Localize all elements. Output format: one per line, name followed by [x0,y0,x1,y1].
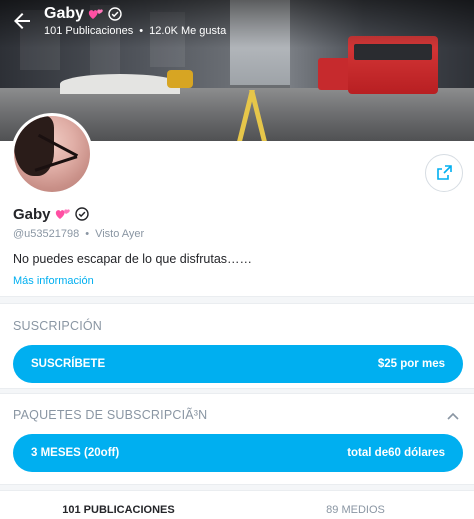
two-hearts-icon [55,209,70,219]
stats-separator: • [139,25,144,37]
bio-text: No puedes escapar de lo que disfrutas…… [13,252,253,266]
last-seen: Visto Ayer [95,228,145,240]
section-divider [0,484,474,491]
header-stats: 101 Publicaciones • 12.0K Me gusta [44,25,226,37]
more-info-link[interactable]: Más información [13,275,94,287]
share-icon [437,165,452,180]
back-button[interactable] [10,9,34,33]
avatar-image [14,116,90,192]
profile-name: Gaby [13,205,51,223]
tab-posts[interactable]: 101 PUBLICACIONES [0,498,237,519]
profile-name-row: Gaby [13,204,89,224]
handle-row: @u53521798 • Visto Ayer [13,228,144,240]
bundle-button[interactable]: 3 MESES (20off) total de60 dólares [13,434,463,472]
handle-separator: • [85,228,90,240]
tab-media[interactable]: 89 MEDIOS [237,498,474,519]
collapse-bundles-button[interactable] [445,408,461,424]
subscribe-button[interactable]: SUSCRÍBETE $25 por mes [13,345,463,383]
bundle-label: 3 MESES (20off) [31,447,120,459]
subscribe-label: SUSCRÍBETE [31,358,106,370]
username: @u53521798 [13,228,80,240]
verified-badge-icon [108,7,122,21]
header-title: Gaby [44,4,122,24]
section-divider [0,388,474,394]
likes-count: 12.0K Me gusta [149,25,227,37]
subscribe-price: $25 por mes [377,358,445,370]
two-hearts-icon [88,9,103,19]
chevron-up-icon [447,412,459,420]
avatar[interactable] [11,113,93,195]
arrow-left-icon [14,13,30,29]
share-button[interactable] [425,154,463,192]
verified-badge-icon [74,207,89,221]
section-divider [0,296,474,304]
header-name: Gaby [44,5,85,22]
bundles-title: PAQUETES DE SUBSCRIPCIÃ³N [13,408,208,422]
content-tabs: 101 PUBLICACIONES 89 MEDIOS [0,498,474,519]
subscription-title: SUSCRIPCIÓN [13,319,103,333]
bundle-price: total de60 dólares [347,447,445,459]
posts-count: 101 Publicaciones [44,25,134,37]
